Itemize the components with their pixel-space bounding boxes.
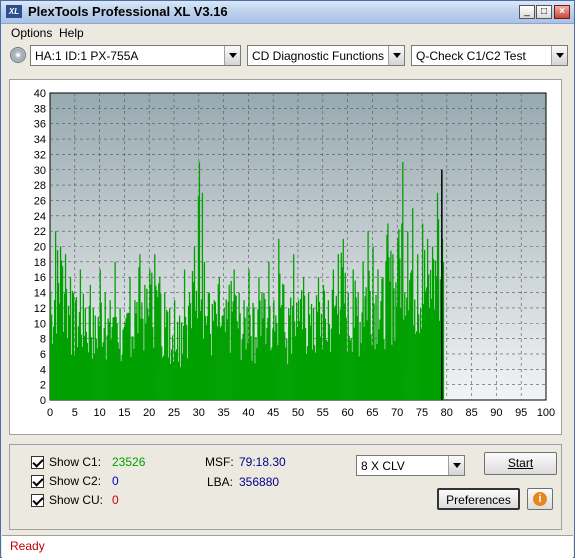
y-tick-label: 2 bbox=[40, 380, 46, 392]
c1-bar bbox=[442, 261, 445, 400]
y-tick-label: 8 bbox=[40, 334, 46, 346]
y-tick-label: 34 bbox=[34, 134, 46, 146]
start-button[interactable]: Start bbox=[484, 452, 557, 475]
y-tick-label: 18 bbox=[34, 257, 46, 269]
y-tick-label: 36 bbox=[34, 119, 46, 131]
main-window: XL PlexTools Professional XL V3.16 _ □ ×… bbox=[0, 0, 575, 558]
y-tick-label: 4 bbox=[40, 364, 46, 376]
function-select-value: CD Diagnostic Functions bbox=[252, 49, 385, 63]
x-tick-label: 100 bbox=[537, 407, 555, 419]
x-tick-label: 90 bbox=[490, 407, 502, 419]
x-tick-label: 95 bbox=[515, 407, 527, 419]
status-text: Ready bbox=[10, 539, 45, 553]
c1-count: 23526 bbox=[112, 455, 146, 469]
y-tick-label: 0 bbox=[40, 395, 46, 407]
y-tick-label: 40 bbox=[34, 88, 46, 100]
x-tick-label: 20 bbox=[143, 407, 155, 419]
window-title: PlexTools Professional XL V3.16 bbox=[28, 4, 228, 19]
x-tick-label: 25 bbox=[168, 407, 180, 419]
status-bar: Ready bbox=[2, 535, 573, 558]
x-tick-label: 75 bbox=[416, 407, 428, 419]
menu-options[interactable]: Options bbox=[11, 26, 52, 40]
x-tick-label: 80 bbox=[441, 407, 453, 419]
x-tick-label: 60 bbox=[341, 407, 353, 419]
menu-bar: Options Help bbox=[2, 24, 573, 42]
y-tick-label: 24 bbox=[34, 211, 46, 223]
chart-frame: 0 2 4 6 8 10 12 14 16 18 20 22 24 26 28 30 32 34 36 38 40 05… bbox=[9, 79, 562, 435]
info-icon: i bbox=[533, 492, 547, 506]
minimize-button[interactable]: _ bbox=[519, 5, 535, 19]
speed-select-value: 8 X CLV bbox=[361, 459, 405, 473]
cu-count: 0 bbox=[112, 493, 119, 507]
preferences-button[interactable]: Preferences bbox=[437, 488, 520, 510]
y-tick-label: 16 bbox=[34, 272, 46, 284]
x-tick-label: 10 bbox=[93, 407, 105, 419]
chevron-down-icon[interactable] bbox=[224, 46, 240, 65]
title-bar: XL PlexTools Professional XL V3.16 _ □ × bbox=[1, 1, 574, 24]
y-tick-label: 6 bbox=[40, 349, 46, 361]
info-button[interactable]: i bbox=[527, 488, 553, 510]
preferences-button-label: Preferences bbox=[446, 493, 511, 507]
chevron-down-icon[interactable] bbox=[448, 456, 464, 475]
drive-select-value: HA:1 ID:1 PX-755A bbox=[35, 49, 139, 63]
x-tick-label: 40 bbox=[242, 407, 254, 419]
results-panel: Show C1: 23526 Show C2: 0 Show CU: 0 MSF… bbox=[9, 444, 562, 530]
test-select-value: Q-Check C1/C2 Test bbox=[416, 49, 526, 63]
maximize-button[interactable]: □ bbox=[536, 5, 552, 19]
y-tick-label: 26 bbox=[34, 195, 46, 207]
x-tick-label: 70 bbox=[391, 407, 403, 419]
msf-value: 79:18.30 bbox=[239, 455, 286, 469]
y-tick-label: 20 bbox=[34, 242, 46, 254]
disc-drive-icon bbox=[10, 47, 26, 63]
close-button[interactable]: × bbox=[554, 5, 570, 19]
show-c2-checkbox[interactable] bbox=[31, 475, 44, 488]
function-select[interactable]: CD Diagnostic Functions bbox=[247, 45, 405, 66]
c1-c2-chart: 0246810121416182022242628303234363840 05… bbox=[34, 88, 555, 419]
y-tick-label: 22 bbox=[34, 226, 46, 238]
x-tick-label: 15 bbox=[118, 407, 130, 419]
x-tick-label: 50 bbox=[292, 407, 304, 419]
app-logo-icon: XL bbox=[6, 5, 22, 18]
y-tick-label: 38 bbox=[34, 103, 46, 115]
show-cu-checkbox[interactable] bbox=[31, 494, 44, 507]
y-tick-label: 28 bbox=[34, 180, 46, 192]
x-tick-label: 30 bbox=[193, 407, 205, 419]
c2-count: 0 bbox=[112, 474, 119, 488]
x-tick-label: 65 bbox=[366, 407, 378, 419]
test-select[interactable]: Q-Check C1/C2 Test bbox=[411, 45, 568, 66]
x-tick-label: 45 bbox=[267, 407, 279, 419]
x-tick-label: 85 bbox=[465, 407, 477, 419]
x-tick-label: 35 bbox=[217, 407, 229, 419]
show-c2-label: Show C2: bbox=[49, 474, 102, 488]
x-tick-label: 0 bbox=[47, 407, 53, 419]
chevron-down-icon[interactable] bbox=[551, 46, 567, 65]
speed-select[interactable]: 8 X CLV bbox=[356, 455, 465, 476]
show-c1-checkbox[interactable] bbox=[31, 456, 44, 469]
x-tick-label: 55 bbox=[317, 407, 329, 419]
y-tick-label: 30 bbox=[34, 165, 46, 177]
menu-help[interactable]: Help bbox=[59, 26, 84, 40]
lba-value: 356880 bbox=[239, 475, 280, 489]
drive-select[interactable]: HA:1 ID:1 PX-755A bbox=[30, 45, 241, 66]
toolbar: HA:1 ID:1 PX-755A CD Diagnostic Function… bbox=[2, 43, 573, 69]
y-tick-label: 32 bbox=[34, 149, 46, 161]
y-tick-label: 12 bbox=[34, 303, 46, 315]
msf-label: MSF: bbox=[205, 455, 234, 469]
start-button-label: Start bbox=[507, 456, 534, 470]
x-tick-label: 5 bbox=[72, 407, 78, 419]
chevron-down-icon[interactable] bbox=[388, 46, 404, 65]
show-cu-label: Show CU: bbox=[49, 493, 104, 507]
lba-label: LBA: bbox=[207, 475, 234, 489]
y-tick-label: 10 bbox=[34, 318, 46, 330]
show-c1-label: Show C1: bbox=[49, 455, 102, 469]
y-tick-label: 14 bbox=[34, 288, 46, 300]
